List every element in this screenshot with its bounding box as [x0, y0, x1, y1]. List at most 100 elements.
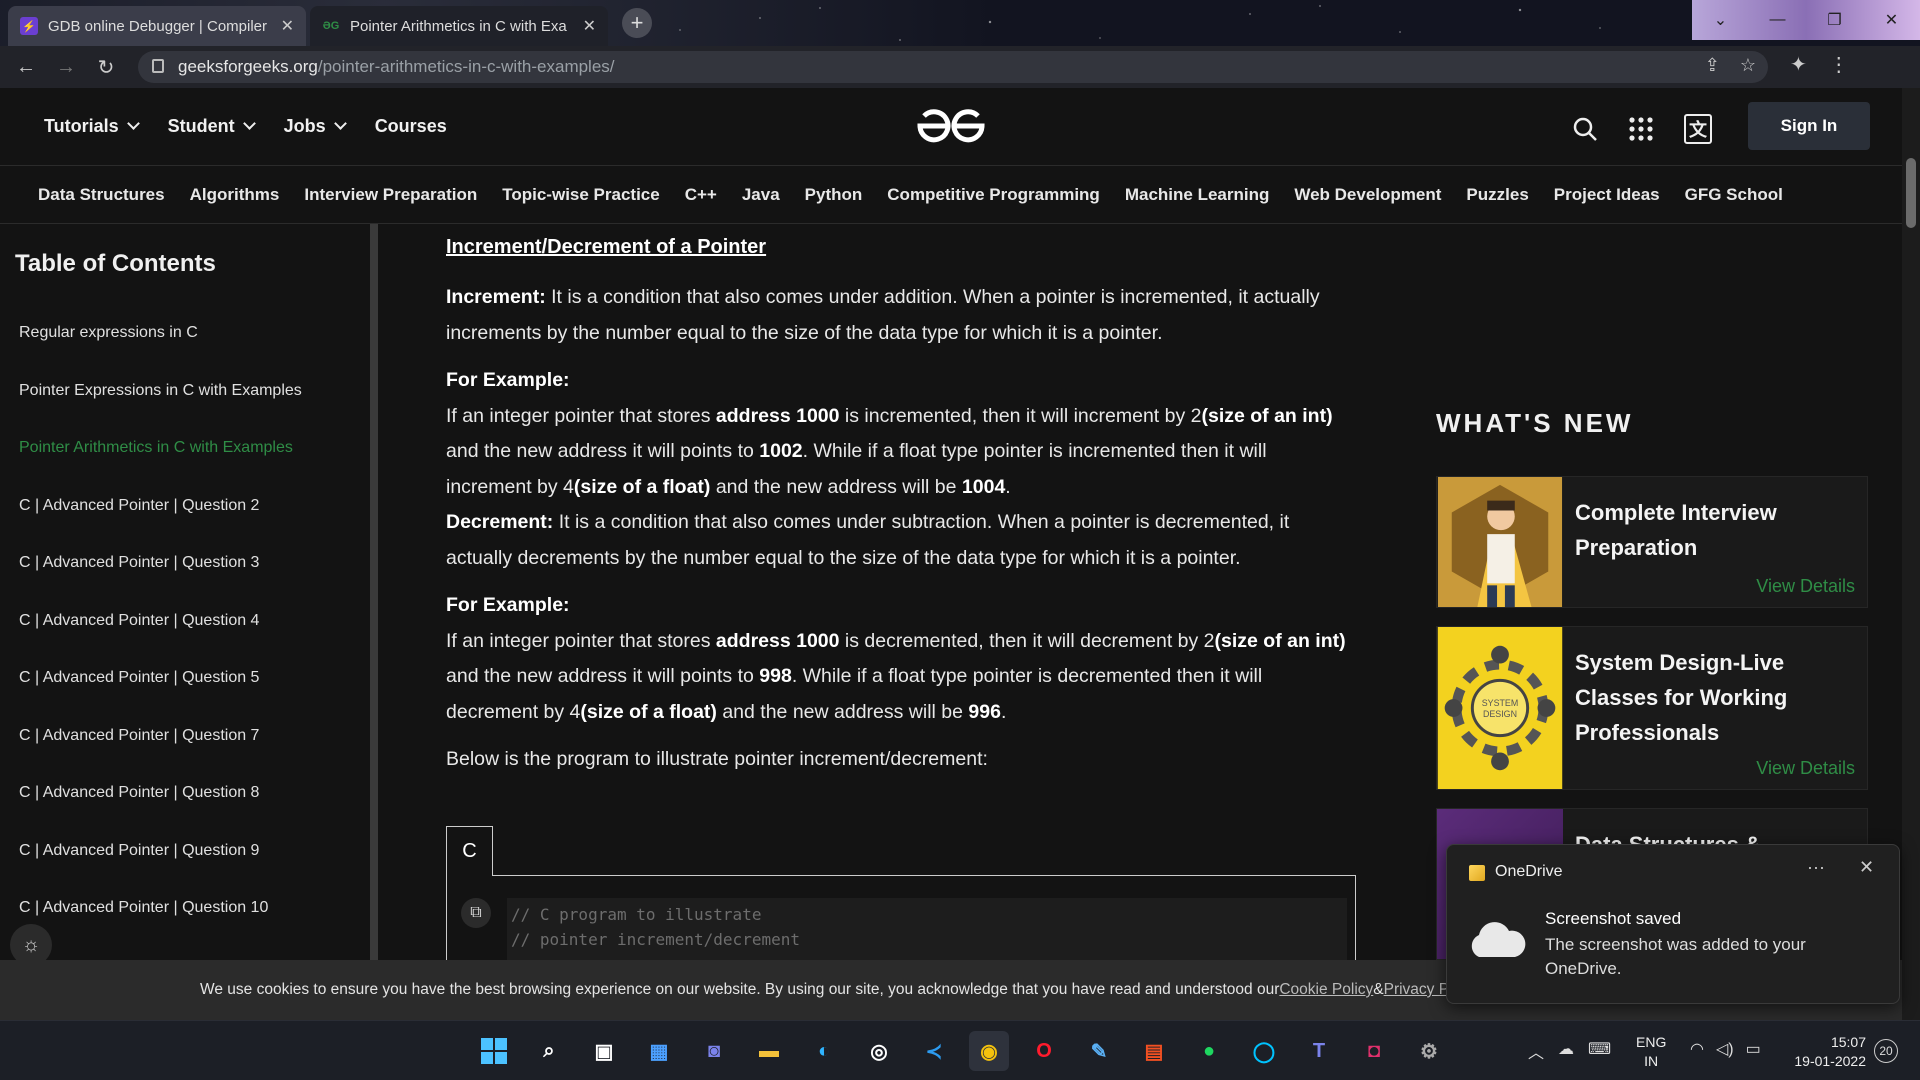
url-input[interactable]: geeksforgeeks.org/pointer-arithmetics-in… — [138, 51, 1768, 83]
close-icon[interactable]: ✕ — [1859, 857, 1874, 878]
chrome-icon[interactable]: ◉ — [969, 1031, 1009, 1071]
nav-student[interactable]: Student — [168, 116, 256, 137]
new-tab-button[interactable]: + — [622, 8, 652, 38]
widgets-icon[interactable]: ▦ — [639, 1031, 679, 1071]
settings-gear-icon[interactable]: ⚙ — [1409, 1031, 1449, 1071]
view-details-link[interactable]: View Details — [1756, 758, 1855, 779]
close-window-button[interactable]: ✕ — [1863, 0, 1920, 40]
browser-tab-gfg[interactable]: ƏG Pointer Arithmetics in C with Exa ✕ — [310, 6, 608, 46]
toc-item[interactable]: C | Advanced Pointer | Question 8 — [19, 784, 302, 842]
toc-item[interactable]: Pointer Expressions in C with Examples — [19, 382, 302, 440]
onedrive-tray-icon[interactable]: ☁ — [1558, 1039, 1574, 1063]
cat-web-development[interactable]: Web Development — [1294, 185, 1441, 205]
edge-icon[interactable]: ◐ — [804, 1031, 844, 1071]
keyboard-icon[interactable]: ⌨ — [1588, 1039, 1611, 1063]
browser-tab-gdb[interactable]: ⚡ GDB online Debugger | Compiler ✕ — [8, 6, 306, 46]
cat-data-structures[interactable]: Data Structures — [38, 185, 165, 205]
browser-menu-icon[interactable]: ⋮ — [1829, 52, 1849, 77]
toc-item[interactable]: C | Advanced Pointer | Question 3 — [19, 554, 302, 612]
store-icon[interactable]: ▤ — [1134, 1031, 1174, 1071]
code-language-tab[interactable]: C — [446, 826, 493, 876]
nav-courses[interactable]: Courses — [375, 116, 447, 137]
code-editor[interactable]: // C program to illustrate // pointer in… — [507, 898, 1347, 968]
cat-machine-learning[interactable]: Machine Learning — [1125, 185, 1270, 205]
top-nav: Tutorials Student Jobs Courses — [44, 116, 447, 137]
bookmark-star-icon[interactable]: ☆ — [1740, 55, 1756, 76]
toc-item[interactable]: C | Advanced Pointer | Question 4 — [19, 612, 302, 670]
volume-icon[interactable]: ◁) — [1716, 1039, 1734, 1059]
clock[interactable]: 15:07 19-01-2022 — [1786, 1033, 1866, 1071]
nav-jobs[interactable]: Jobs — [284, 116, 347, 137]
cat-algorithms[interactable]: Algorithms — [190, 185, 280, 205]
toc-item[interactable]: C | Advanced Pointer | Question 7 — [19, 727, 302, 785]
cat-competitive-programming[interactable]: Competitive Programming — [887, 185, 1100, 205]
forward-arrow-icon[interactable]: → — [46, 49, 86, 85]
minimize-button[interactable]: — — [1749, 0, 1806, 40]
file-explorer-icon[interactable]: ▬ — [749, 1031, 789, 1071]
interview-prep-thumbnail — [1437, 477, 1563, 607]
chevron-down-icon — [242, 117, 256, 130]
tab-title: Pointer Arithmetics in C with Exa — [350, 17, 567, 35]
language-indicator[interactable]: ENG IN — [1636, 1033, 1666, 1071]
task-view-icon[interactable]: ▣ — [584, 1031, 624, 1071]
course-card-interview[interactable]: Complete Interview Preparation View Deta… — [1436, 476, 1868, 608]
extensions-puzzle-icon[interactable]: ✦ — [1790, 52, 1807, 77]
close-tab-icon[interactable]: ✕ — [281, 16, 294, 36]
translate-icon[interactable]: 文 — [1684, 114, 1712, 144]
cat-topic-wise-practice[interactable]: Topic-wise Practice — [502, 185, 659, 205]
windows-start-icon[interactable] — [474, 1031, 514, 1071]
share-icon[interactable]: ⇪ — [1705, 55, 1720, 76]
teams-icon[interactable]: T — [1299, 1031, 1339, 1071]
maximize-button[interactable]: ❐ — [1806, 0, 1863, 40]
search-icon[interactable]: ⌕ — [529, 1031, 569, 1071]
toc-item[interactable]: C | Advanced Pointer | Question 10 — [19, 899, 302, 957]
section-heading: Increment/Decrement of a Pointer — [446, 236, 767, 258]
toc-item[interactable]: C | Advanced Pointer | Question 5 — [19, 669, 302, 727]
toc-item[interactable]: C | Advanced Pointer | Question 2 — [19, 497, 302, 555]
opera-icon[interactable]: O — [1024, 1031, 1064, 1071]
onedrive-notification[interactable]: OneDrive ··· ✕ Screenshot saved The scre… — [1446, 844, 1900, 1004]
toc-item-active[interactable]: Pointer Arithmetics in C with Examples — [19, 439, 302, 497]
apps-grid-icon[interactable] — [1628, 116, 1654, 142]
github-icon[interactable]: ◎ — [859, 1031, 899, 1071]
copy-code-icon[interactable]: ⧉ — [461, 898, 491, 928]
bold-text: address 1000 — [715, 404, 840, 427]
chevron-up-icon[interactable]: ︿ — [1528, 1039, 1544, 1063]
gfg-logo-icon[interactable] — [916, 104, 986, 148]
wifi-icon[interactable]: ◠ — [1690, 1039, 1704, 1059]
cat-python[interactable]: Python — [805, 185, 863, 205]
notification-body: The screenshot was added to your OneDriv… — [1545, 935, 1806, 978]
reload-icon[interactable]: ↻ — [86, 49, 126, 85]
close-tab-icon[interactable]: ✕ — [583, 16, 596, 36]
chevron-down-icon — [333, 117, 347, 130]
sign-in-button[interactable]: Sign In — [1748, 102, 1870, 150]
instagram-icon[interactable]: ◘ — [1354, 1031, 1394, 1071]
cat-cpp[interactable]: C++ — [685, 185, 717, 205]
search-icon[interactable] — [1572, 116, 1598, 142]
alexa-icon[interactable]: ◯ — [1244, 1031, 1284, 1071]
page-scrollbar[interactable] — [1902, 88, 1920, 1020]
vscode-icon[interactable]: ≺ — [914, 1031, 954, 1071]
toc-item[interactable]: Regular expressions in C — [19, 324, 302, 382]
tab-search-icon[interactable]: ⌄ — [1692, 0, 1749, 40]
back-arrow-icon[interactable]: ← — [6, 49, 46, 85]
cat-project-ideas[interactable]: Project Ideas — [1554, 185, 1660, 205]
cookie-policy-link[interactable]: Cookie Policy — [1279, 981, 1373, 999]
spotify-icon[interactable]: ● — [1189, 1031, 1229, 1071]
view-details-link[interactable]: View Details — [1756, 576, 1855, 597]
cat-puzzles[interactable]: Puzzles — [1466, 185, 1528, 205]
python-icon[interactable]: ✎ — [1079, 1031, 1119, 1071]
cat-interview-preparation[interactable]: Interview Preparation — [304, 185, 477, 205]
notification-badge[interactable]: 20 — [1874, 1039, 1898, 1063]
increment-paragraph: Increment: It is a condition that also c… — [446, 280, 1356, 351]
battery-icon[interactable]: ▭ — [1746, 1039, 1761, 1059]
cat-gfg-school[interactable]: GFG School — [1685, 185, 1783, 205]
course-card-system-design[interactable]: SYSTEM DESIGN System Design-Live Classes… — [1436, 626, 1868, 790]
chat-icon[interactable]: ◙ — [694, 1031, 734, 1071]
toc-item[interactable]: C | Advanced Pointer | Question 9 — [19, 842, 302, 900]
nav-tutorials[interactable]: Tutorials — [44, 116, 140, 137]
more-options-icon[interactable]: ··· — [1807, 857, 1825, 878]
sidebar-scrollbar[interactable] — [370, 224, 378, 960]
cat-java[interactable]: Java — [742, 185, 780, 205]
scrollbar-thumb[interactable] — [1906, 158, 1916, 228]
